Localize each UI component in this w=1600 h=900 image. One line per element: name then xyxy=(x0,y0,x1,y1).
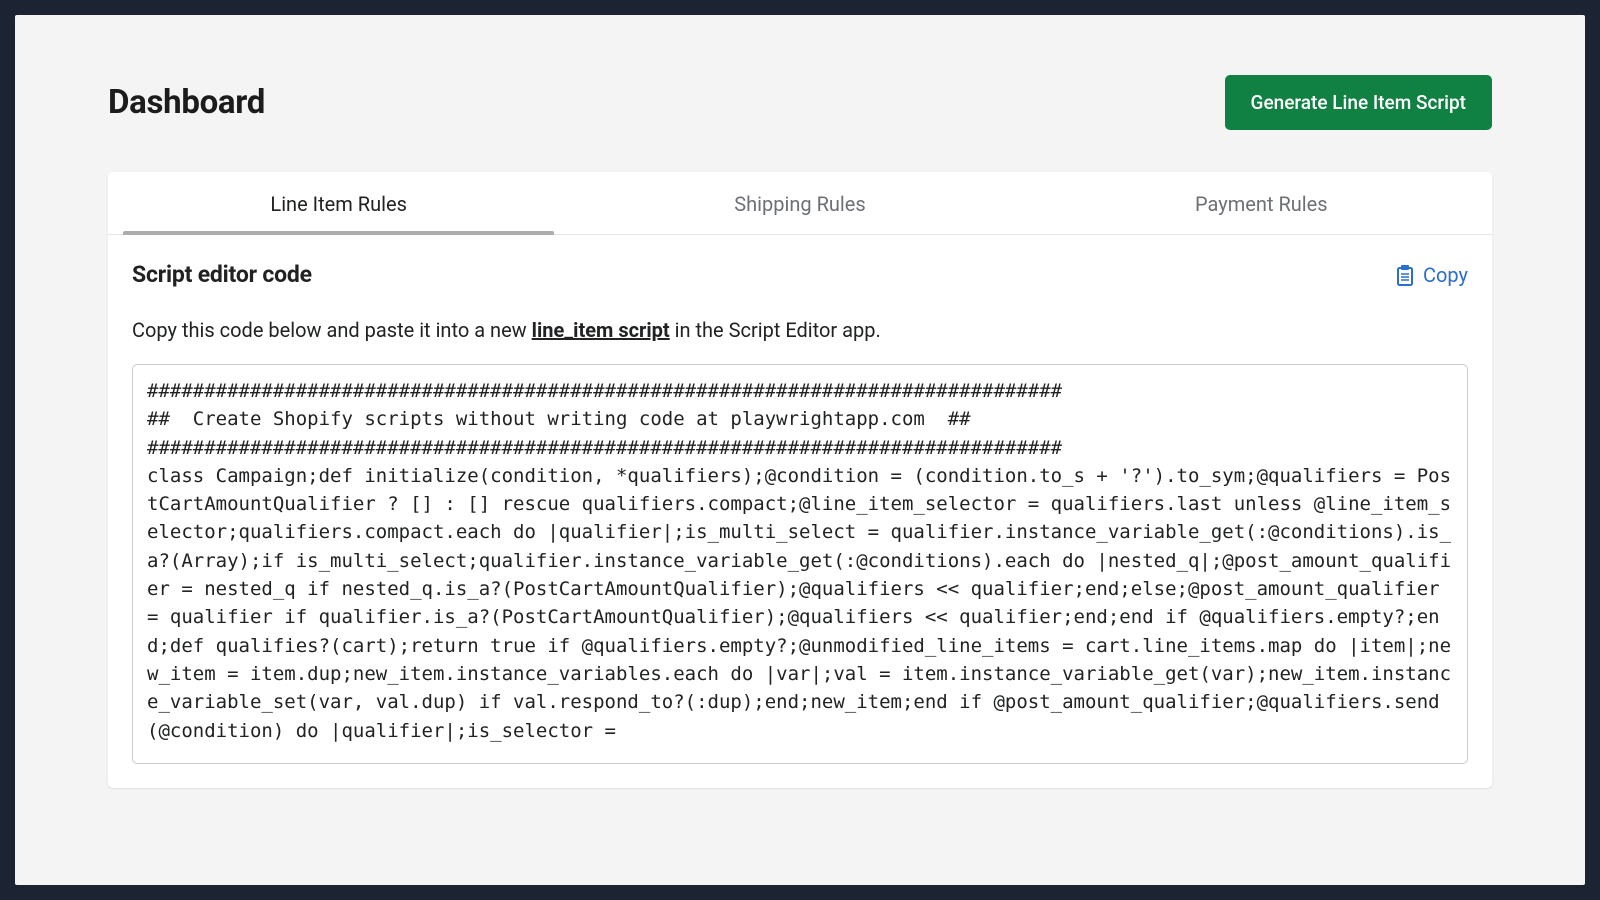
copy-button[interactable]: Copy xyxy=(1395,263,1468,287)
section-title: Script editor code xyxy=(132,261,312,288)
tab-label: Line Item Rules xyxy=(270,192,406,216)
tab-line-item-rules[interactable]: Line Item Rules xyxy=(108,172,569,234)
tab-payment-rules[interactable]: Payment Rules xyxy=(1031,172,1492,234)
header-row: Dashboard Generate Line Item Script xyxy=(108,75,1492,130)
script-code-textarea[interactable]: ########################################… xyxy=(132,364,1468,764)
line-item-script-link[interactable]: line_item script xyxy=(532,318,670,342)
main-window: Dashboard Generate Line Item Script Line… xyxy=(15,15,1585,885)
tabs: Line Item Rules Shipping Rules Payment R… xyxy=(108,172,1492,235)
tab-label: Payment Rules xyxy=(1195,192,1328,216)
instruction-suffix: in the Script Editor app. xyxy=(670,318,881,342)
page-title: Dashboard xyxy=(108,83,265,122)
tab-shipping-rules[interactable]: Shipping Rules xyxy=(569,172,1030,234)
copy-label: Copy xyxy=(1423,263,1468,287)
content-wrapper: Dashboard Generate Line Item Script Line… xyxy=(15,15,1585,788)
generate-line-item-script-button[interactable]: Generate Line Item Script xyxy=(1225,75,1492,130)
section-header: Script editor code Copy xyxy=(132,261,1468,288)
tab-label: Shipping Rules xyxy=(734,192,865,216)
card: Line Item Rules Shipping Rules Payment R… xyxy=(108,172,1492,788)
clipboard-icon xyxy=(1395,264,1415,286)
card-body: Script editor code Copy xyxy=(108,235,1492,788)
instruction-prefix: Copy this code below and paste it into a… xyxy=(132,318,532,342)
instruction-text: Copy this code below and paste it into a… xyxy=(132,318,1468,342)
